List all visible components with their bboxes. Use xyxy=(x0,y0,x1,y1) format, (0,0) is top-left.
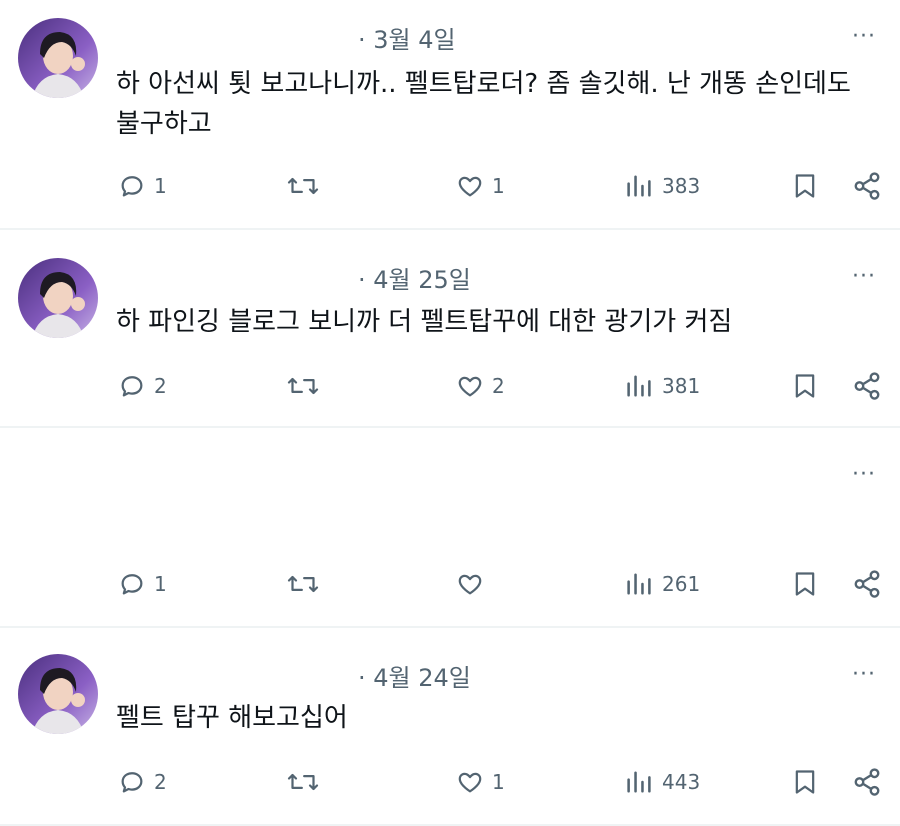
reply-button[interactable]: 1 xyxy=(118,166,167,206)
repost-button[interactable] xyxy=(286,762,328,802)
share-button[interactable] xyxy=(852,762,882,802)
share-icon xyxy=(854,372,880,400)
bookmark-icon xyxy=(795,572,815,596)
action-bar: 2 1 443 xyxy=(0,762,900,802)
post-text: 하 파인깅 블로그 보니까 더 펠트탑꾸에 대한 광기가 커짐 xyxy=(116,307,733,337)
views-icon xyxy=(627,175,651,197)
like-count: 1 xyxy=(492,770,505,794)
views-count: 383 xyxy=(662,174,701,198)
views-icon xyxy=(627,573,651,595)
post-text: 펠트 탑꾸 해보고십어 xyxy=(116,703,348,733)
like-icon xyxy=(458,574,482,595)
post[interactable]: · 4월 24일 ··· 펠트 탑꾸 해보고십어 2 1 443 xyxy=(0,628,900,824)
post[interactable]: · 3월 4일 ··· 하 아선씨 툇 보고나니까.. 펠트탑로더? 좀 솔깃해… xyxy=(0,0,900,228)
views-button[interactable]: 381 xyxy=(624,366,700,406)
like-count: 1 xyxy=(492,174,505,198)
share-icon xyxy=(854,172,880,200)
repost-icon xyxy=(287,177,319,195)
more-options-icon[interactable]: ··· xyxy=(852,264,876,289)
bookmark-icon xyxy=(795,174,815,198)
avatar[interactable] xyxy=(18,258,98,338)
avatar[interactable] xyxy=(18,18,98,98)
views-button[interactable]: 261 xyxy=(624,564,700,604)
reply-count: 1 xyxy=(154,572,167,596)
views-count: 261 xyxy=(662,572,701,596)
more-options-icon[interactable]: ··· xyxy=(852,24,876,49)
share-button[interactable] xyxy=(852,166,882,206)
reply-icon xyxy=(121,376,143,397)
bookmark-icon xyxy=(795,374,815,398)
action-bar: 2 2 381 xyxy=(0,366,900,406)
post-date[interactable]: · 3월 4일 xyxy=(358,20,456,55)
repost-icon xyxy=(287,575,319,593)
views-icon xyxy=(627,375,651,397)
repost-icon xyxy=(287,773,319,791)
post[interactable]: ··· 1 261 xyxy=(0,428,900,626)
reply-count: 2 xyxy=(154,770,167,794)
bookmark-button[interactable] xyxy=(792,166,818,206)
reply-count: 2 xyxy=(154,374,167,398)
more-options-icon[interactable]: ··· xyxy=(852,462,876,487)
post-date[interactable]: · 4월 25일 xyxy=(358,260,471,295)
views-count: 443 xyxy=(662,770,701,794)
reply-count: 1 xyxy=(154,174,167,198)
post-date[interactable]: · 4월 24일 xyxy=(358,658,471,693)
views-count: 381 xyxy=(662,374,701,398)
more-options-icon[interactable]: ··· xyxy=(852,662,876,687)
bookmark-button[interactable] xyxy=(792,762,818,802)
like-button[interactable]: 1 xyxy=(456,762,505,802)
repost-icon xyxy=(287,377,319,395)
reply-button[interactable]: 2 xyxy=(118,366,167,406)
like-icon xyxy=(458,376,482,397)
reply-icon xyxy=(121,772,143,793)
like-count: 2 xyxy=(492,374,505,398)
like-icon xyxy=(458,176,482,197)
like-button[interactable]: 2 xyxy=(456,366,505,406)
bookmark-button[interactable] xyxy=(792,564,818,604)
post-text: 하 아선씨 툇 보고나니까.. 펠트탑로더? 좀 솔깃해. 난 개똥 손인데도 … xyxy=(116,69,851,139)
action-bar: 1 261 xyxy=(0,564,900,604)
share-icon xyxy=(854,570,880,598)
repost-button[interactable] xyxy=(286,166,328,206)
views-button[interactable]: 443 xyxy=(624,762,700,802)
views-icon xyxy=(627,771,651,793)
reply-button[interactable]: 1 xyxy=(118,564,167,604)
share-button[interactable] xyxy=(852,564,882,604)
bookmark-button[interactable] xyxy=(792,366,818,406)
repost-button[interactable] xyxy=(286,564,328,604)
bookmark-icon xyxy=(795,770,815,794)
like-button[interactable] xyxy=(456,564,492,604)
reply-icon xyxy=(121,574,143,595)
post[interactable]: · 4월 25일 ··· 하 파인깅 블로그 보니까 더 펠트탑꾸에 대한 광기… xyxy=(0,230,900,426)
reply-icon xyxy=(121,176,143,197)
like-icon xyxy=(458,772,482,793)
like-button[interactable]: 1 xyxy=(456,166,505,206)
avatar[interactable] xyxy=(18,654,98,734)
repost-button[interactable] xyxy=(286,366,328,406)
views-button[interactable]: 383 xyxy=(624,166,700,206)
share-button[interactable] xyxy=(852,366,882,406)
action-bar: 1 1 383 xyxy=(0,166,900,206)
reply-button[interactable]: 2 xyxy=(118,762,167,802)
share-icon xyxy=(854,768,880,796)
